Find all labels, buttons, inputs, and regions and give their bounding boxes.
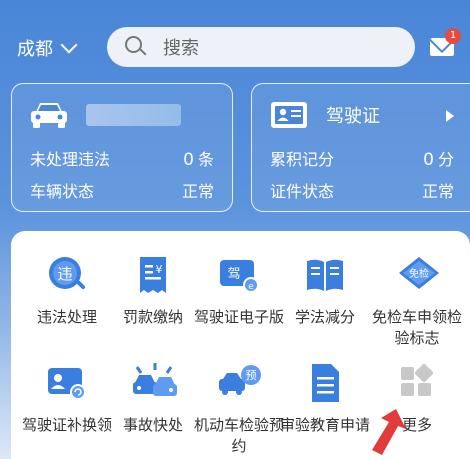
vehicle-status-row: 车辆状态 正常 <box>30 178 214 202</box>
license-status-row: 证件状态 正常 <box>270 178 454 202</box>
fine-receipt-icon: ¥ <box>140 257 166 293</box>
license-replace-icon <box>48 368 86 400</box>
book-icon <box>307 259 343 291</box>
violation-icon: 违 <box>49 257 86 290</box>
search-placeholder: 搜索 <box>163 38 199 59</box>
service-fine-payment[interactable]: ¥ 罚款缴纳 <box>107 253 199 328</box>
points-label: 累积记分 <box>270 150 335 169</box>
city-label: 成都 <box>17 39 53 60</box>
license-status-value: 正常 <box>421 182 454 201</box>
license-status-label: 证件状态 <box>270 182 335 201</box>
service-label: 违法处理 <box>36 308 97 326</box>
inspection-exempt-icon: 免检 <box>399 257 439 289</box>
vehicle-status-label: 车辆状态 <box>30 182 95 201</box>
service-accident[interactable]: 事故快处 <box>107 361 199 436</box>
license-plate-redacted <box>86 104 181 126</box>
e-license-icon: 驾 e <box>220 260 259 293</box>
city-selector[interactable]: 成都 <box>17 35 78 61</box>
service-label: 免检车申领检验标志 <box>371 308 462 347</box>
unread-badge: 1 <box>445 28 461 44</box>
license-card[interactable]: 驾驶证 累积记分 0分 证件状态 正常 <box>251 83 470 212</box>
violations-row: 未处理违法 0条 <box>30 146 214 170</box>
accident-icon <box>133 363 177 396</box>
more-grid-icon <box>401 363 434 396</box>
svg-text:e: e <box>248 282 254 292</box>
car-icon <box>31 103 67 128</box>
document-icon <box>312 364 339 402</box>
violations-unit: 条 <box>197 150 214 169</box>
red-pointer-arrow-icon <box>372 409 406 455</box>
service-violation[interactable]: 违 违法处理 <box>21 253 113 328</box>
service-label: 罚款缴纳 <box>122 308 183 326</box>
service-inspection-booking[interactable]: 预 机动车检验预约 <box>193 361 285 457</box>
service-e-license[interactable]: 驾 e 驾驶证电子版 <box>193 253 285 328</box>
service-review-education[interactable]: 审验教育申请 <box>279 361 371 436</box>
points-unit: 分 <box>437 150 454 169</box>
inspection-booking-icon: 预 <box>219 365 261 395</box>
service-label: 事故快处 <box>122 416 183 434</box>
service-label: 驾驶证补换领 <box>21 416 112 434</box>
id-card-icon <box>271 102 307 128</box>
service-inspection-exempt[interactable]: 免检 免检车申领检验标志 <box>371 253 463 349</box>
license-card-title: 驾驶证 <box>326 106 380 127</box>
svg-text:¥: ¥ <box>156 263 163 276</box>
service-license-replace[interactable]: 驾驶证补换领 <box>21 361 113 436</box>
service-label: 驾驶证电子版 <box>193 308 284 326</box>
chevron-down-icon <box>60 36 78 54</box>
service-label: 机动车检验预约 <box>193 416 284 455</box>
service-label: 学法减分 <box>294 308 355 326</box>
top-bar: 成都 搜索 1 <box>0 0 470 95</box>
service-study-deduct[interactable]: 学法减分 <box>279 253 371 328</box>
svg-text:预: 预 <box>246 369 257 382</box>
points-value: 0 <box>423 150 434 170</box>
search-icon <box>125 36 147 58</box>
violations-label: 未处理违法 <box>30 150 111 169</box>
chevron-right-icon <box>446 110 454 122</box>
search-bar[interactable]: 搜索 <box>107 27 415 67</box>
svg-text:违: 违 <box>57 265 72 283</box>
svg-text:驾: 驾 <box>227 267 240 282</box>
vehicle-status-value: 正常 <box>181 182 214 201</box>
vehicle-card[interactable]: 未处理违法 0条 车辆状态 正常 <box>11 83 233 212</box>
svg-text:免检: 免检 <box>409 267 429 280</box>
violations-count: 0 <box>183 150 194 170</box>
service-label: 审验教育申请 <box>279 416 370 434</box>
points-row: 累积记分 0分 <box>270 146 454 170</box>
